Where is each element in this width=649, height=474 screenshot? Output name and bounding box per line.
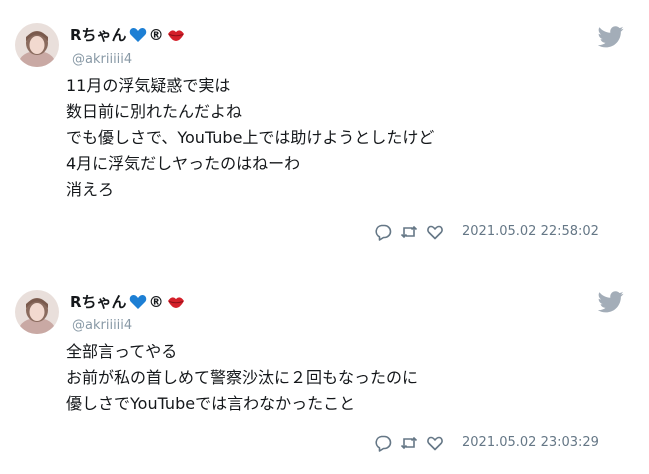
blue-heart-icon <box>129 294 147 310</box>
tweet-text: 11月の浮気疑惑で実は 数日前に別れたんだよね でも優しさで、YouTube上で… <box>66 73 434 203</box>
author-name-row[interactable]: Rちゃん ® <box>70 292 185 312</box>
tweet-timestamp[interactable]: 2021.05.02 23:03:29 <box>462 433 599 453</box>
display-name[interactable]: Rちゃん <box>70 25 127 45</box>
reply-icon[interactable] <box>374 434 392 452</box>
tweet-actions: 2021.05.02 22:58:02 <box>374 222 599 242</box>
tweet-text-line: でも優しさで、YouTube上では助けようとしたけど <box>66 128 435 147</box>
avatar[interactable] <box>15 290 59 334</box>
tweet-card: Rちゃん ® @akriiiii4 11月の浮気疑惑で実は 数日前に別れたんだよ… <box>0 0 649 250</box>
tweet-text-line: 数日前に別れたんだよね <box>66 102 243 121</box>
registered-mark: ® <box>148 293 164 311</box>
tweet-text-line: 4月に浮気だしヤったのはねーわ <box>66 154 301 173</box>
tweet-text-line: 全部言ってやる <box>66 342 178 361</box>
tweet-actions: 2021.05.02 23:03:29 <box>374 433 599 453</box>
author-handle[interactable]: @akriiiii4 <box>72 318 132 334</box>
tweet-text-line: 優しさでYouTubeでは言わなかったこと <box>66 394 356 413</box>
reply-icon[interactable] <box>374 223 392 241</box>
retweet-icon[interactable] <box>400 223 418 241</box>
registered-mark: ® <box>148 26 164 44</box>
tweet-text-line: お前が私の首しめて警察沙汰に２回もなったのに <box>66 368 419 387</box>
lips-icon <box>167 295 185 309</box>
display-name[interactable]: Rちゃん <box>70 292 127 312</box>
twitter-bird-icon[interactable] <box>597 26 624 48</box>
tweet-text: 全部言ってやる お前が私の首しめて警察沙汰に２回もなったのに 優しさでYouTu… <box>66 339 418 417</box>
tweet-text-line: 11月の浮気疑惑で実は <box>66 76 231 95</box>
like-icon[interactable] <box>426 434 444 452</box>
like-icon[interactable] <box>426 223 444 241</box>
tweet-timestamp[interactable]: 2021.05.02 22:58:02 <box>462 222 599 242</box>
author-handle[interactable]: @akriiiii4 <box>72 52 132 68</box>
avatar[interactable] <box>15 23 59 67</box>
tweet-text-line: 消えろ <box>66 180 115 199</box>
tweet-card: Rちゃん ® @akriiiii4 全部言ってやる お前が私の首しめて警察沙汰に… <box>0 265 649 474</box>
lips-icon <box>167 28 185 42</box>
retweet-icon[interactable] <box>400 434 418 452</box>
author-name-row[interactable]: Rちゃん ® <box>70 25 185 45</box>
twitter-bird-icon[interactable] <box>597 291 624 313</box>
blue-heart-icon <box>129 27 147 43</box>
